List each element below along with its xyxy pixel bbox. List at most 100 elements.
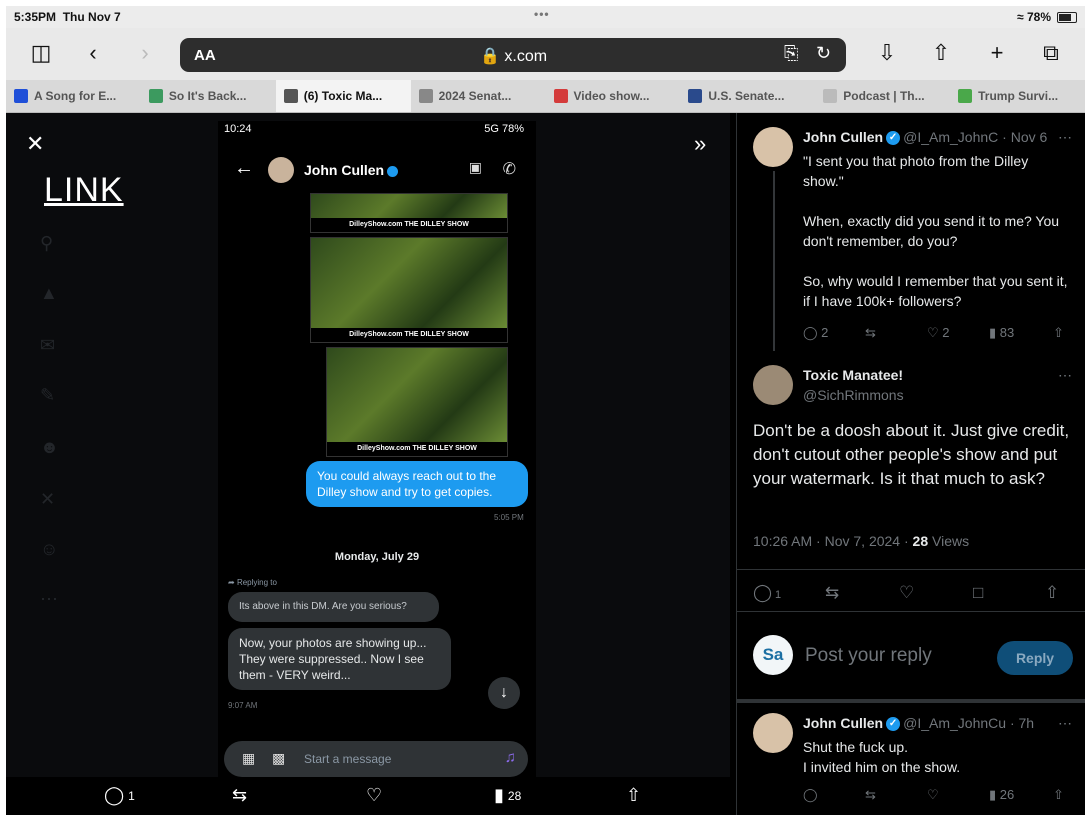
image-icon: ▦ — [242, 750, 256, 766]
section-divider — [737, 699, 1085, 703]
more-options-icon[interactable]: ⋯ — [1058, 715, 1072, 732]
photo-caption: DilleyShow.com THE DILLEY SHOW — [311, 328, 507, 342]
status-time-date: 5:35PM Thu Nov 7 — [14, 10, 121, 24]
tab-title: (6) Toxic Ma... — [303, 89, 383, 103]
tab-title: Podcast | Th... — [843, 89, 925, 103]
views-action[interactable]: ▮ 26 — [989, 787, 1014, 803]
reload-icon[interactable]: ↻ — [816, 43, 831, 64]
tweet-reply[interactable]: John Cullen ✓ @I_Am_JohnCu · 7h ⋯ Shut the… — [737, 705, 1085, 815]
share-up-icon[interactable]: ⇧ — [1045, 583, 1059, 603]
reply-icon[interactable]: ◯ — [803, 787, 818, 803]
download-icon[interactable]: ⇩ — [872, 38, 902, 68]
reply-action[interactable]: ◯ 1 — [753, 583, 781, 603]
browser-tab[interactable]: Trump Survi... — [950, 80, 1085, 112]
dm-photo-2: DilleyShow.com THE DILLEY SHOW — [310, 237, 508, 343]
gif-icon: ▩ — [272, 750, 286, 766]
dm-screenshot: 10:24 5G 78% ← John Cullen ▣ ✆ DilleySho… — [218, 121, 536, 781]
tab-favicon-icon — [958, 88, 973, 103]
avatar[interactable] — [753, 127, 793, 167]
views-action[interactable]: ▮ 28 — [494, 785, 521, 806]
repost-icon[interactable]: ⇆ — [865, 325, 876, 341]
dm-photo-3: DilleyShow.com THE DILLEY SHOW — [326, 347, 508, 457]
photo-caption: DilleyShow.com THE DILLEY SHOW — [311, 218, 507, 232]
repost-icon[interactable]: ⇆ — [865, 787, 876, 803]
reader-aa-button[interactable]: AA — [194, 47, 216, 64]
ghost-compose-icon: ✎ — [40, 385, 56, 405]
like-heart-icon[interactable]: ♡ — [366, 785, 382, 806]
multitasking-dots[interactable]: ••• — [534, 7, 550, 21]
browser-tab[interactable]: Podcast | Th... — [815, 80, 950, 112]
tweet-author[interactable]: John Cullen ✓ @I_Am_JohnCu · 7h — [803, 715, 1034, 732]
dm-back-arrow-icon: ← — [234, 157, 254, 179]
repost-icon[interactable]: ⇆ — [232, 785, 247, 806]
views-chart-icon: ▮ — [494, 785, 504, 805]
tweet-author[interactable]: John Cullen ✓ @I_Am_JohnC · Nov 6 — [803, 129, 1047, 146]
ghost-profile-icon: ☺ — [40, 539, 59, 559]
like-heart-icon[interactable]: ♡ — [899, 583, 914, 603]
quoted-reply-bubble: Its above in this DM. Are you serious? — [228, 592, 439, 622]
tweet-parent[interactable]: John Cullen ✓ @I_Am_JohnC · Nov 6 ⋯ "I sen… — [737, 113, 1085, 353]
new-tab-plus-icon[interactable]: + — [982, 38, 1012, 68]
reply-button[interactable]: Reply — [997, 641, 1073, 675]
share-up-icon[interactable]: ⇧ — [1053, 325, 1064, 341]
reply-composer: Sa Post your reply Reply — [753, 631, 1073, 675]
dm-photo-1: DilleyShow.com THE DILLEY SHOW — [310, 193, 508, 233]
avatar[interactable] — [753, 365, 793, 405]
expand-chevron-icon[interactable]: » — [694, 131, 706, 157]
forward-arrow-icon[interactable]: › — [130, 38, 160, 68]
avatar[interactable] — [753, 713, 793, 753]
views-action[interactable]: ▮ 83 — [989, 325, 1014, 341]
tab-favicon-icon — [283, 88, 298, 103]
tab-title: A Song for E... — [34, 89, 117, 103]
bookmark-icon[interactable]: □ — [973, 583, 983, 603]
my-avatar[interactable]: Sa — [753, 635, 793, 675]
tweet-actions: ◯ 1 ⇆ ♡ □ ⇧ — [753, 583, 1073, 605]
like-action[interactable]: ♡ 2 — [927, 325, 950, 341]
status-bar: 5:35PM Thu Nov 7 ••• ≈ 78% — [6, 6, 1085, 28]
link-overlay-text[interactable]: LINK — [44, 171, 124, 210]
tweet-author-name[interactable]: Toxic Manatee! — [803, 367, 903, 383]
share-icon[interactable]: ⇧ — [926, 38, 956, 68]
more-options-icon[interactable]: ⋯ — [1058, 129, 1072, 146]
video-call-icon: ▣ — [468, 159, 482, 175]
browser-tab[interactable]: So It's Back... — [141, 80, 276, 112]
tab-title: Trump Survi... — [978, 89, 1059, 103]
their-message-bubble: Now, your photos are showing up... They … — [228, 628, 451, 690]
repost-icon[interactable]: ⇆ — [825, 583, 839, 603]
back-arrow-icon[interactable]: ‹ — [78, 38, 108, 68]
tab-title: So It's Back... — [168, 89, 247, 103]
browser-tab[interactable]: U.S. Senate... — [680, 80, 815, 112]
share-up-icon[interactable]: ⇧ — [626, 785, 641, 806]
ghost-people-icon: ☻ — [40, 437, 59, 457]
tab-favicon-icon — [823, 88, 838, 103]
address-bar[interactable]: AA 🔒 x.com ⎘ ↻ — [180, 38, 846, 72]
ghost-x-logo-icon: ✕ — [40, 489, 56, 509]
ipad-screen: 5:35PM Thu Nov 7 ••• ≈ 78% ◫ ‹ › AA 🔒 x.… — [6, 6, 1085, 815]
sidebar-toggle-icon[interactable]: ◫ — [26, 38, 56, 68]
tweet-author-handle[interactable]: @SichRimmons — [803, 387, 904, 403]
tweet-actions: ◯ ⇆ ♡ ▮ 26 ⇧ — [803, 787, 1073, 805]
tab-overview-icon[interactable]: ⧉ — [1036, 38, 1066, 68]
browser-tab[interactable]: 2024 Senat... — [411, 80, 546, 112]
verified-badge-icon: ✓ — [886, 717, 901, 732]
more-options-icon[interactable]: ⋯ — [1058, 367, 1072, 384]
extension-icon[interactable]: ⎘ — [784, 43, 798, 64]
dm-compose-box: ▦ ▩ Start a message ♫ — [224, 741, 528, 777]
thread-line — [773, 171, 775, 351]
reply-input[interactable]: Post your reply — [805, 645, 932, 667]
my-message-bubble: You could always reach out to the Dilley… — [306, 461, 528, 507]
close-icon[interactable]: ✕ — [26, 131, 44, 157]
like-heart-icon[interactable]: ♡ — [927, 787, 939, 803]
browser-tab[interactable]: A Song for E... — [6, 80, 141, 112]
browser-tab[interactable]: Video show... — [546, 80, 681, 112]
date-divider: Monday, July 29 — [334, 551, 420, 563]
reply-action[interactable]: ◯ 1 — [104, 785, 135, 806]
reply-action[interactable]: ◯ 2 — [803, 325, 828, 341]
browser-tab[interactable]: (6) Toxic Ma... — [275, 80, 411, 112]
phone-call-icon: ✆ — [502, 161, 516, 178]
tab-favicon-icon — [14, 88, 28, 103]
verified-badge-icon: ✓ — [886, 131, 901, 146]
tweet-actions: ◯ 2 ⇆ ♡ 2 ▮ 83 ⇧ — [803, 325, 1073, 343]
tweet-text: Shut the fuck up. I invited him on the s… — [803, 739, 961, 775]
share-up-icon[interactable]: ⇧ — [1053, 787, 1064, 803]
